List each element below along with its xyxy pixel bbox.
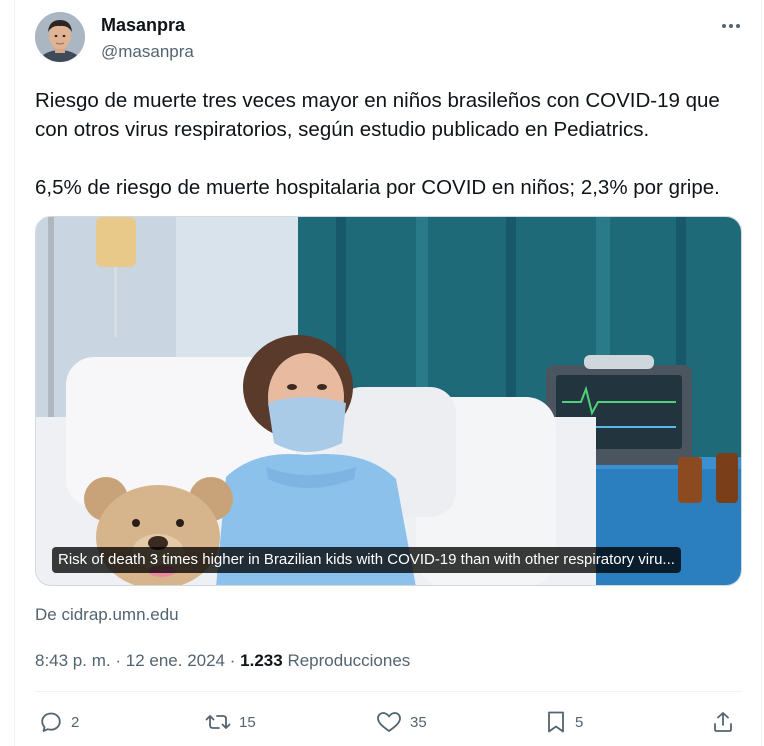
- dot: [729, 24, 733, 28]
- tweet-text-line: con otros virus respiratorios, según est…: [35, 118, 650, 141]
- heart-icon: [377, 712, 401, 732]
- avatar[interactable]: [35, 12, 85, 62]
- tweet-metadata: 8:43 p. m. · 12 ene. 2024 · 1.233 Reprod…: [35, 651, 410, 671]
- link-card-image[interactable]: Risk of death 3 times higher in Brazilia…: [35, 216, 742, 586]
- link-source[interactable]: De cidrap.umn.edu: [35, 605, 179, 625]
- link-card-title: Risk of death 3 times higher in Brazilia…: [52, 547, 681, 573]
- bookmark-button[interactable]: 5: [545, 704, 583, 740]
- bookmark-icon: [548, 711, 564, 733]
- reply-count: 2: [71, 713, 80, 731]
- separator: ·: [115, 651, 122, 670]
- author-handle[interactable]: @masanpra: [101, 42, 194, 62]
- separator: ·: [229, 651, 236, 670]
- action-bar: 2 15 35 5: [15, 704, 763, 740]
- reply-icon: [41, 712, 61, 732]
- dot: [736, 24, 740, 28]
- share-button[interactable]: [711, 704, 735, 740]
- retweet-button[interactable]: 15: [205, 704, 256, 740]
- tweet-card: Masanpra @masanpra Riesgo de muerte tres…: [14, 0, 762, 746]
- more-options-icon[interactable]: [717, 12, 745, 40]
- share-icon: [714, 712, 732, 732]
- avatar-image: [35, 12, 85, 62]
- dot: [722, 24, 726, 28]
- retweet-count: 15: [239, 713, 256, 731]
- like-button[interactable]: 35: [376, 704, 427, 740]
- retweet-icon: [205, 715, 231, 729]
- tweet-text-line: Riesgo de muerte tres veces mayor en niñ…: [35, 89, 720, 112]
- tweet-text: Riesgo de muerte tres veces mayor en niñ…: [35, 86, 755, 202]
- tweet-text-line: 6,5% de riesgo de muerte hospitalaria po…: [35, 176, 720, 199]
- tweet-date[interactable]: 12 ene. 2024: [126, 651, 225, 670]
- views-label: Reproducciones: [287, 651, 411, 670]
- hospital-photo: [36, 217, 741, 585]
- views-count: 1.233: [240, 651, 283, 670]
- tweet-time[interactable]: 8:43 p. m.: [35, 651, 111, 670]
- author-name[interactable]: Masanpra: [101, 15, 185, 36]
- reply-button[interactable]: 2: [39, 704, 79, 740]
- bookmark-count: 5: [575, 713, 584, 731]
- divider: [35, 691, 742, 692]
- like-count: 35: [410, 713, 427, 731]
